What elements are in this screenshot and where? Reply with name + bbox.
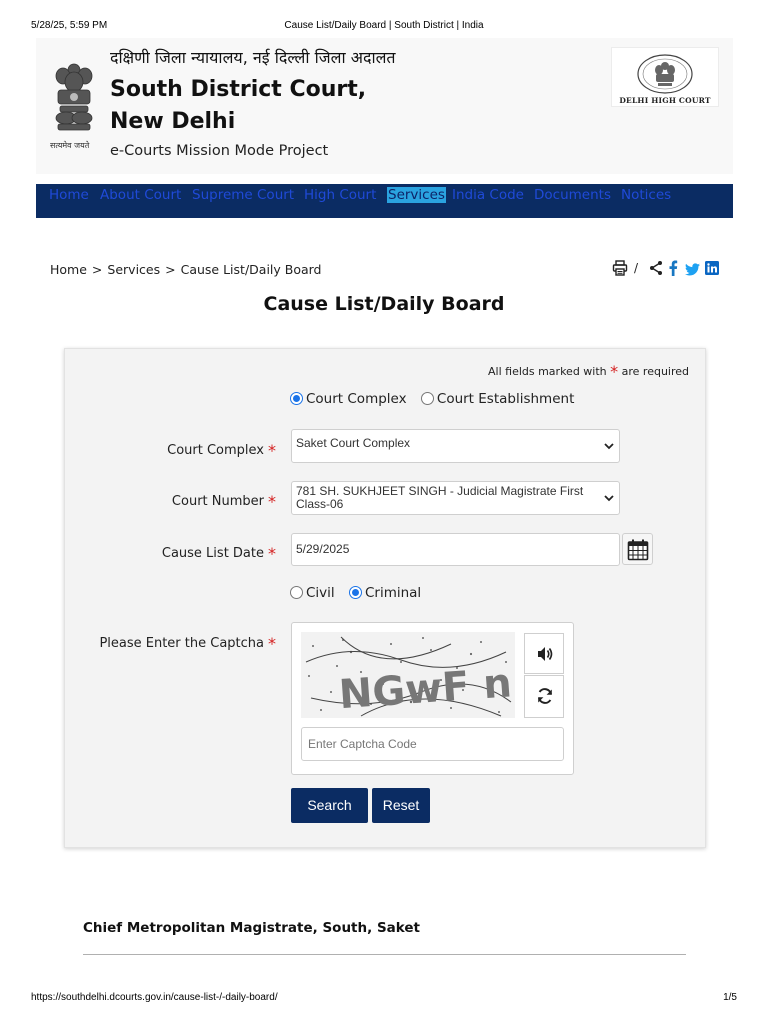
cause-list-date-label-text: Cause List Date <box>161 546 264 561</box>
nav-india-code[interactable]: India Code <box>452 187 524 203</box>
breadcrumb: Home > Services > Cause List/Daily Board <box>50 262 322 277</box>
share-tools: / <box>612 260 722 278</box>
cause-list-date-label: Cause List Date * <box>64 542 276 563</box>
share-separator: / <box>634 261 639 275</box>
court-number-value: 781 SH. SUKHJEET SINGH - Judicial Magist… <box>296 484 584 511</box>
hindi-court-title: दक्षिणी जिला न्यायालय, नई दिल्ली जिला अद… <box>110 48 396 67</box>
cause-list-date-value: 5/29/2025 <box>296 542 350 556</box>
radio-civil-label[interactable]: Civil <box>306 585 335 601</box>
chevron-down-icon <box>604 495 614 502</box>
captcha-audio-button[interactable] <box>524 633 564 674</box>
radio-court-establishment-label[interactable]: Court Establishment <box>437 391 574 407</box>
linkedin-icon[interactable] <box>705 260 719 279</box>
nav-supreme-court[interactable]: Supreme Court <box>192 187 294 203</box>
site-header: सत्यमेव जयते दक्षिणी जिला न्यायालय, नई द… <box>36 38 733 174</box>
radio-court-establishment[interactable]: Court Establishment <box>420 391 574 407</box>
radio-criminal[interactable]: Criminal <box>348 585 421 601</box>
breadcrumb-separator: > <box>165 262 176 277</box>
chevron-down-icon <box>604 443 614 450</box>
required-star: * <box>610 362 619 381</box>
required-note-suffix: are required <box>621 365 690 378</box>
required-star: * <box>268 492 276 511</box>
captcha-image: NGwF n <box>301 632 515 718</box>
page-title: Cause List/Daily Board <box>263 293 505 315</box>
delhi-high-court-logo[interactable]: DELHI HIGH COURT <box>611 47 719 107</box>
emblem-motto: सत्यमेव जयते <box>50 141 90 150</box>
required-star: * <box>268 634 276 653</box>
radio-criminal-indicator[interactable] <box>348 586 362 599</box>
radio-court-complex-indicator[interactable] <box>290 392 303 405</box>
volume-icon <box>538 647 553 661</box>
high-court-logo-text: DELHI HIGH COURT <box>619 96 711 105</box>
nav-documents[interactable]: Documents <box>534 187 611 203</box>
nav-notices[interactable]: Notices <box>621 187 671 203</box>
print-page-number: 1/5 <box>723 992 737 1003</box>
breadcrumb-home[interactable]: Home <box>50 262 87 277</box>
calendar-icon <box>627 539 649 561</box>
radio-criminal-label[interactable]: Criminal <box>365 585 421 601</box>
radio-civil-indicator[interactable] <box>290 586 303 599</box>
nav-high-court[interactable]: High Court <box>304 187 376 203</box>
captcha-label: Please Enter the Captcha * <box>64 632 276 653</box>
reset-button[interactable]: Reset <box>372 788 430 823</box>
high-court-seal-icon <box>637 54 693 94</box>
court-complex-select[interactable]: Saket Court Complex <box>291 429 620 463</box>
required-star: * <box>268 441 276 460</box>
radio-civil[interactable]: Civil <box>290 585 335 601</box>
court-name[interactable]: South District Court, New Delhi <box>110 74 420 138</box>
required-star: * <box>268 544 276 563</box>
section-title: Chief Metropolitan Magistrate, South, Sa… <box>83 920 421 936</box>
share-icon[interactable] <box>649 260 663 280</box>
captcha-input[interactable]: Enter Captcha Code <box>301 727 564 761</box>
nav-services[interactable]: Services <box>387 187 446 203</box>
case-type-radio-group: Civil Criminal <box>290 585 431 601</box>
print-icon[interactable] <box>612 260 628 280</box>
captcha-label-text: Please Enter the Captcha <box>99 636 264 651</box>
court-complex-value: Saket Court Complex <box>296 436 411 450</box>
required-fields-note: All fields marked with * are required <box>488 360 690 381</box>
section-divider <box>83 954 686 955</box>
court-number-label-text: Court Number <box>171 494 264 509</box>
captcha-input-placeholder: Enter Captcha Code <box>308 737 417 751</box>
twitter-icon[interactable] <box>685 261 700 280</box>
national-emblem-icon <box>48 60 100 150</box>
radio-court-complex-label[interactable]: Court Complex <box>306 391 407 407</box>
breadcrumb-services[interactable]: Services <box>107 262 160 277</box>
facebook-icon[interactable] <box>668 260 678 280</box>
court-number-select[interactable]: 781 SH. SUKHJEET SINGH - Judicial Magist… <box>291 481 620 515</box>
search-button[interactable]: Search <box>291 788 368 823</box>
print-page-title: Cause List/Daily Board | South District … <box>284 20 484 31</box>
court-complex-label: Court Complex * <box>64 439 276 460</box>
project-subtitle: e-Courts Mission Mode Project <box>110 143 329 159</box>
calendar-button[interactable] <box>622 533 653 565</box>
court-complex-label-text: Court Complex <box>167 443 264 458</box>
nav-about-court[interactable]: About Court <box>100 187 181 203</box>
refresh-icon <box>538 688 552 704</box>
search-by-radio-group: Court Complex Court Establishment <box>290 391 584 407</box>
radio-court-complex[interactable]: Court Complex <box>290 391 407 407</box>
print-header: 5/28/25, 5:59 PM Cause List/Daily Board … <box>0 0 768 36</box>
nav-home[interactable]: Home <box>49 187 89 203</box>
captcha-refresh-button[interactable] <box>524 675 564 718</box>
cause-list-date-input[interactable]: 5/29/2025 <box>291 533 620 566</box>
court-number-label: Court Number * <box>64 490 276 511</box>
required-note-prefix: All fields marked with <box>488 365 607 378</box>
main-navbar: Home About Court Supreme Court High Cour… <box>36 184 733 218</box>
breadcrumb-separator: > <box>91 262 103 277</box>
radio-court-establishment-indicator[interactable] <box>420 392 434 405</box>
print-url: https://southdelhi.dcourts.gov.in/cause-… <box>31 992 278 1003</box>
breadcrumb-current: Cause List/Daily Board <box>180 262 322 277</box>
